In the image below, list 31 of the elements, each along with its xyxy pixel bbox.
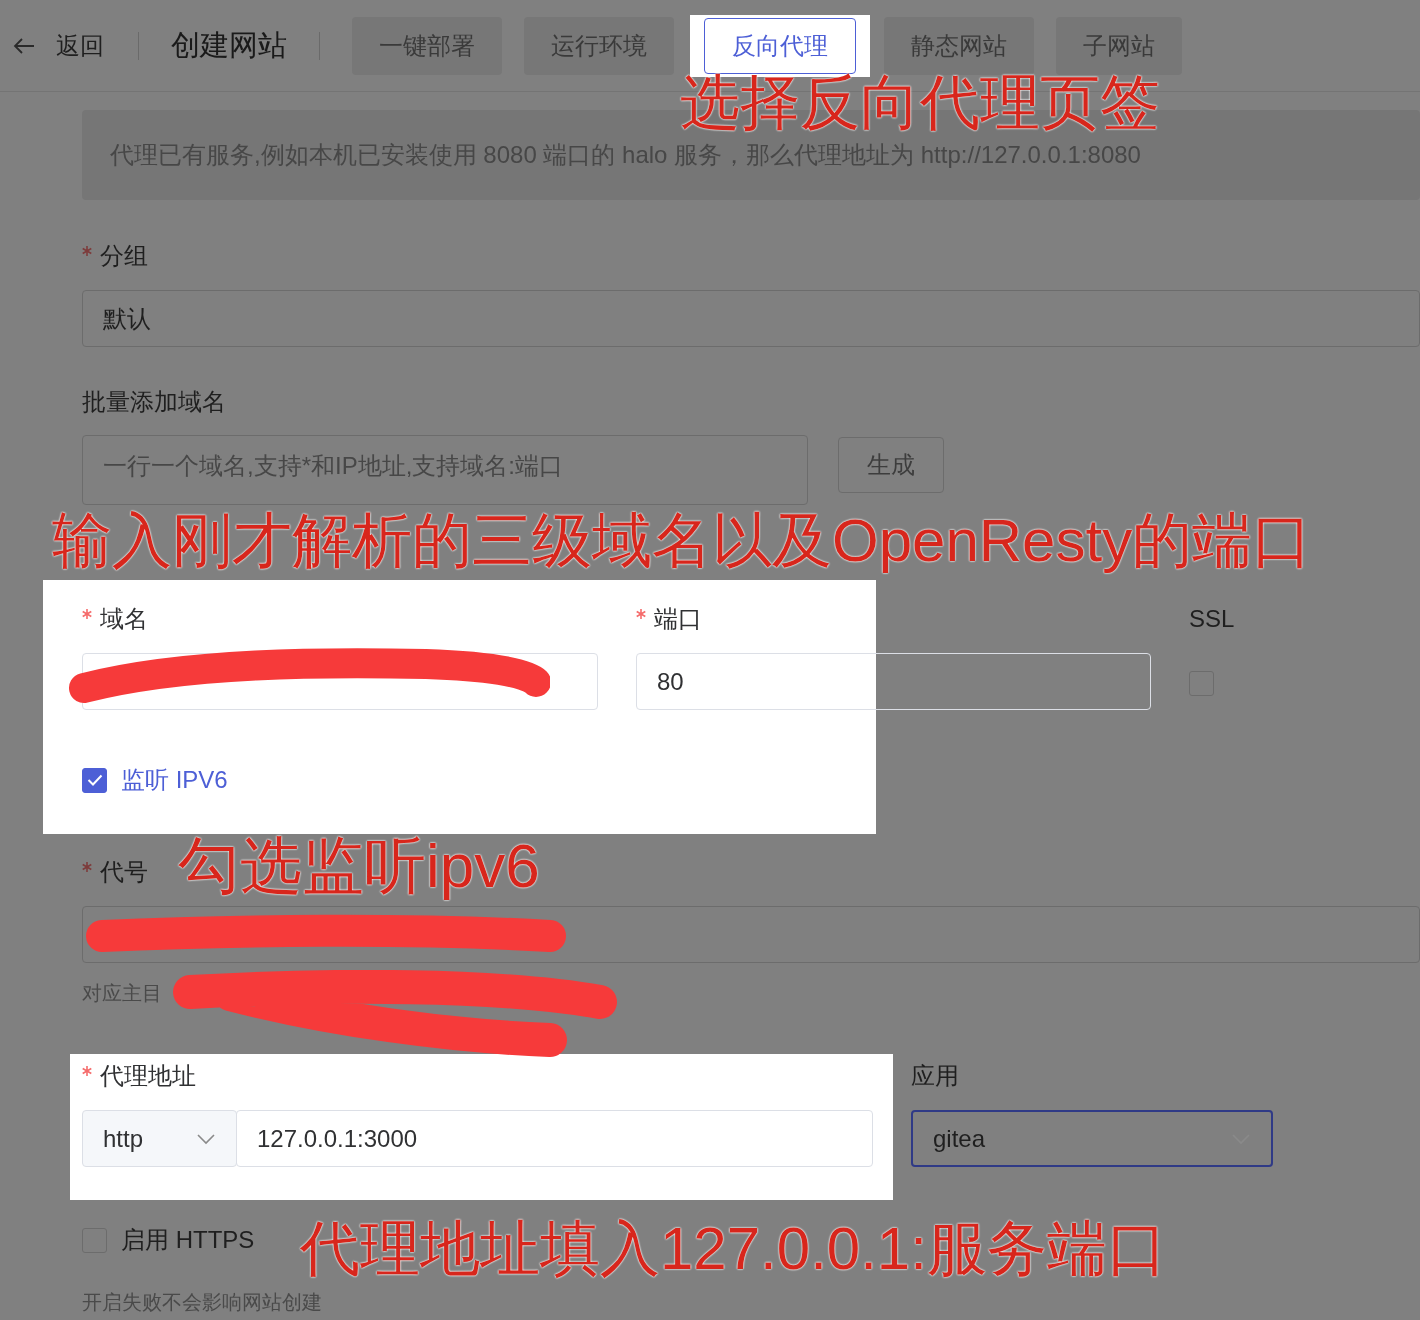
checkbox[interactable] (82, 767, 107, 793)
field-label: 分组 (100, 241, 148, 271)
field-label: 代号 (100, 857, 148, 887)
checkbox-label[interactable]: 监听 IPV6 (121, 764, 228, 796)
generate-button[interactable]: 生成 (838, 437, 944, 493)
checkmark-icon (86, 774, 103, 786)
annotation-text: 输入刚才解析的三级域名以及OpenResty的端口 (52, 507, 1313, 574)
tab[interactable]: 运行环境 (524, 16, 674, 75)
back-arrow-icon (12, 35, 36, 56)
annotation-text: 代理地址填入127.0.0.1:服务端口 (300, 1215, 1167, 1282)
chevron-down-icon (196, 1132, 216, 1145)
field-label: 代理地址 (100, 1061, 196, 1091)
tab[interactable]: 子网站 (1056, 16, 1182, 75)
tab[interactable]: 一键部署 (352, 16, 502, 75)
protocol-select[interactable]: http (82, 1110, 237, 1167)
field-label: 域名 (100, 604, 148, 634)
tab[interactable]: 静态网站 (884, 16, 1034, 75)
annotation-text: 勾选监听ipv6 (178, 831, 540, 900)
domains-textarea[interactable]: 一行一个域名,支持*和IP地址,支持域名:端口 (82, 435, 808, 505)
group-select[interactable]: 默认 (82, 290, 1420, 347)
port-field[interactable]: 80 (636, 653, 1151, 710)
page-title: 创建网站 (171, 27, 287, 63)
app-select[interactable]: gitea (911, 1110, 1273, 1167)
field-label: 应用 (911, 1061, 959, 1091)
address-field[interactable]: 127.0.0.1:3000 (236, 1110, 873, 1167)
field-label: SSL (1189, 605, 1235, 633)
checkbox-label[interactable]: 启用 HTTPS (121, 1224, 255, 1256)
back-button[interactable]: 返回 (10, 29, 106, 62)
field-label: 批量添加域名 (82, 387, 226, 417)
field-label: 端口 (654, 604, 702, 634)
tab[interactable]: 反向代理 (704, 17, 856, 74)
